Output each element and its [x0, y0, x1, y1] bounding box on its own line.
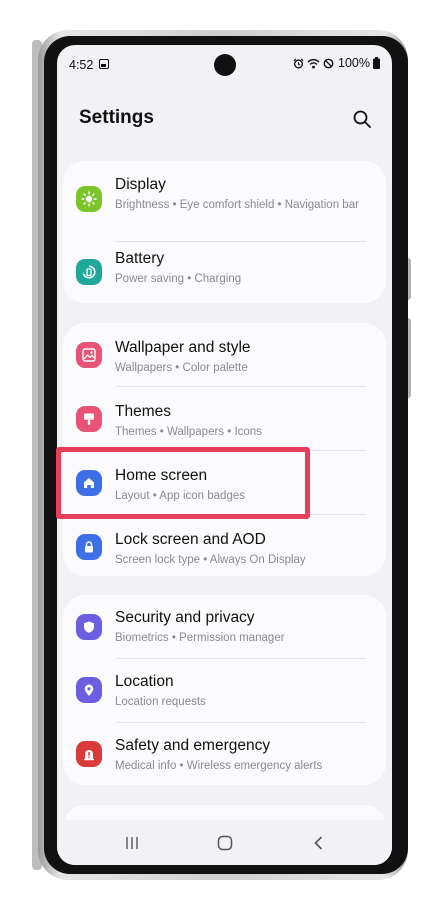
- item-subtitle: Biometrics • Permission manager: [115, 632, 285, 644]
- lock-icon: [76, 534, 102, 560]
- item-subtitle: Brightness • Eye comfort shield • Naviga…: [115, 199, 359, 211]
- alarm-icon: [293, 57, 304, 68]
- item-title: Themes: [115, 403, 171, 420]
- battery-percent: 100%: [338, 56, 370, 70]
- item-title: Battery: [115, 250, 165, 267]
- do-not-disturb-icon: [323, 58, 334, 68]
- item-subtitle: Medical info • Wireless emergency alerts: [115, 760, 323, 772]
- navigation-bar: [57, 820, 392, 865]
- wallpaper-icon: [76, 342, 102, 368]
- settings-group-security: Security and privacy Biometrics • Permis…: [63, 595, 386, 785]
- highlight-box: [56, 447, 310, 519]
- item-title: Location: [115, 673, 174, 690]
- item-subtitle: Power saving • Charging: [115, 273, 242, 285]
- home-button-icon[interactable]: [216, 834, 234, 852]
- settings-item-wallpaper-and-style[interactable]: Wallpaper and style Wallpapers • Color p…: [63, 323, 386, 387]
- status-icons: 100%: [293, 56, 380, 70]
- display-sun-icon: [76, 186, 102, 212]
- location-pin-icon: [76, 677, 102, 703]
- item-subtitle: Themes • Wallpapers • Icons: [115, 426, 262, 438]
- item-subtitle: Location requests: [115, 696, 206, 708]
- status-bar: 4:52 100%: [57, 45, 392, 85]
- gallery-icon: [99, 59, 109, 69]
- battery-icon: [373, 57, 380, 69]
- settings-item-safety-and-emergency[interactable]: Safety and emergency Medical info • Wire…: [63, 723, 386, 785]
- item-title: Safety and emergency: [115, 737, 271, 754]
- settings-item-security-and-privacy[interactable]: Security and privacy Biometrics • Permis…: [63, 595, 386, 658]
- wifi-icon: [307, 58, 320, 69]
- status-time: 4:52: [69, 58, 94, 72]
- page-title: Settings: [79, 107, 154, 128]
- search-icon[interactable]: [352, 109, 372, 129]
- item-title: Security and privacy: [115, 609, 255, 626]
- back-icon[interactable]: [310, 834, 328, 852]
- front-camera: [214, 54, 236, 76]
- settings-item-battery[interactable]: Battery Power saving • Charging: [63, 242, 386, 303]
- settings-item-location[interactable]: Location Location requests: [63, 659, 386, 722]
- shield-icon: [76, 614, 102, 640]
- item-subtitle: Screen lock type • Always On Display: [115, 554, 306, 566]
- item-title: Wallpaper and style: [115, 339, 251, 356]
- settings-item-display[interactable]: Display Brightness • Eye comfort shield …: [63, 161, 386, 243]
- themes-brush-icon: [76, 406, 102, 432]
- settings-group-display-battery: Display Brightness • Eye comfort shield …: [63, 161, 386, 303]
- recent-apps-icon[interactable]: [123, 834, 141, 852]
- item-subtitle: Wallpapers • Color palette: [115, 362, 248, 374]
- item-title: Lock screen and AOD: [115, 531, 266, 548]
- battery-cycle-icon: [76, 259, 102, 285]
- settings-item-themes[interactable]: Themes Themes • Wallpapers • Icons: [63, 387, 386, 450]
- emergency-icon: [76, 741, 102, 767]
- item-title: Display: [115, 176, 166, 193]
- settings-item-lock-screen-and-aod[interactable]: Lock screen and AOD Screen lock type • A…: [63, 515, 386, 576]
